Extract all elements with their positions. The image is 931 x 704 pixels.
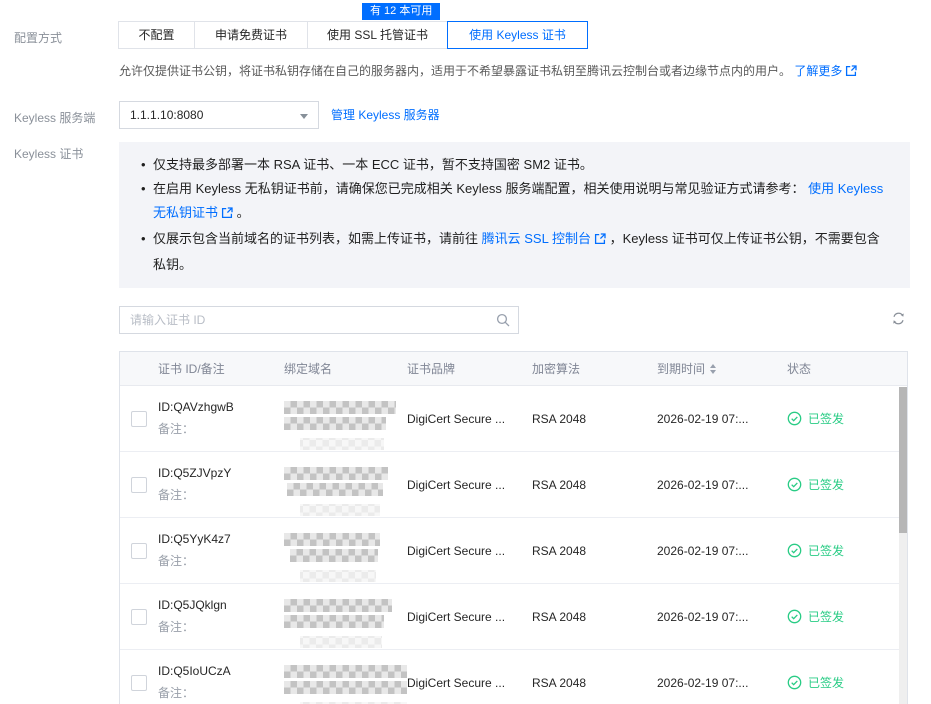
- external-link-icon: [594, 229, 606, 253]
- table-scrollbar-thumb[interactable]: [899, 387, 907, 533]
- cert-id: ID:Q5YyK4z7: [158, 532, 284, 546]
- cert-id: ID:Q5JQklgn: [158, 598, 284, 612]
- table-header: 证书 ID/备注 绑定域名 证书品牌 加密算法 到期时间 状态: [120, 352, 907, 386]
- certificate-table: 证书 ID/备注 绑定域名 证书品牌 加密算法 到期时间 状态 ID:QAVzh…: [119, 351, 908, 704]
- status-badge: 已签发: [787, 674, 907, 691]
- refresh-button[interactable]: [889, 309, 908, 331]
- cert-id: ID:Q5IoUCzA: [158, 664, 284, 678]
- cert-id: ID:QAVzhgwB: [158, 400, 284, 414]
- cert-expire: 2026-02-19 07:...: [657, 676, 787, 690]
- table-toolbar: [119, 306, 910, 334]
- search-icon[interactable]: [496, 313, 510, 330]
- tab-free-cert[interactable]: 申请免费证书: [194, 21, 308, 49]
- config-method-label: 配置方式: [0, 21, 119, 49]
- tab-ssl-hosted-cert[interactable]: 使用 SSL 托管证书: [307, 21, 448, 49]
- header-domain: 绑定域名: [284, 360, 407, 377]
- keyless-cert-row: Keyless 证书 仅支持最多部署一本 RSA 证书、一本 ECC 证书，暂不…: [0, 142, 931, 704]
- redacted-domain: [284, 584, 407, 648]
- cert-expire: 2026-02-19 07:...: [657, 544, 787, 558]
- cert-note: 备注：: [158, 420, 284, 437]
- keyless-server-label: Keyless 服务端: [0, 101, 119, 129]
- cert-algorithm: RSA 2048: [532, 412, 657, 426]
- keyless-description: 允许仅提供证书公钥，将证书私钥存储在自己的服务器内，适用于不希望暴露证书私钥至腾…: [119, 62, 931, 82]
- available-count-badge: 有 12 本可用: [362, 3, 440, 20]
- notice-line-3: 仅展示包含当前域名的证书列表，如需上传证书，请前往 腾讯云 SSL 控制台 ，K…: [141, 227, 890, 277]
- external-link-icon: [845, 64, 857, 82]
- redacted-domain: [284, 452, 407, 516]
- table-row: ID:QAVzhgwB 备注： DigiCert Secure ... RSA …: [120, 386, 907, 452]
- table-row: ID:Q5JQklgn 备注： DigiCert Secure ... RSA …: [120, 584, 907, 650]
- status-badge: 已签发: [787, 542, 907, 559]
- chevron-down-icon: [300, 114, 308, 119]
- status-badge: 已签发: [787, 608, 907, 625]
- row-checkbox[interactable]: [131, 609, 147, 625]
- tab-no-config[interactable]: 不配置: [118, 21, 195, 49]
- cert-expire: 2026-02-19 07:...: [657, 478, 787, 492]
- external-link-icon: [221, 203, 233, 227]
- search-input[interactable]: [119, 306, 519, 334]
- header-expire-sortable[interactable]: 到期时间: [657, 360, 787, 377]
- redacted-domain: [284, 386, 407, 450]
- cert-note: 备注：: [158, 618, 284, 635]
- cert-algorithm: RSA 2048: [532, 676, 657, 690]
- keyless-cert-config-page: 配置方式 有 12 本可用 不配置 申请免费证书 使用 SSL 托管证书 使用 …: [0, 21, 931, 704]
- status-badge: 已签发: [787, 476, 907, 493]
- table-scrollbar-track[interactable]: [899, 387, 907, 704]
- learn-more-link[interactable]: 了解更多: [794, 64, 857, 78]
- cert-algorithm: RSA 2048: [532, 610, 657, 624]
- keyless-server-selected-value: 1.1.1.10:8080: [130, 108, 203, 122]
- cert-algorithm: RSA 2048: [532, 544, 657, 558]
- cert-note: 备注：: [158, 486, 284, 503]
- keyless-cert-content: 仅支持最多部署一本 RSA 证书、一本 ECC 证书，暂不支持国密 SM2 证书…: [119, 142, 910, 704]
- refresh-icon: [891, 314, 906, 329]
- notice-line-1: 仅支持最多部署一本 RSA 证书、一本 ECC 证书，暂不支持国密 SM2 证书…: [141, 153, 890, 177]
- cert-expire: 2026-02-19 07:...: [657, 610, 787, 624]
- row-checkbox[interactable]: [131, 675, 147, 691]
- cert-brand: DigiCert Secure ...: [407, 610, 532, 624]
- tab-keyless-cert[interactable]: 使用 Keyless 证书: [447, 21, 588, 49]
- table-row: ID:Q5ZJVpzY 备注： DigiCert Secure ... RSA …: [120, 452, 907, 518]
- redacted-domain: [284, 650, 407, 704]
- row-checkbox[interactable]: [131, 543, 147, 559]
- table-row: ID:Q5YyK4z7 备注： DigiCert Secure ... RSA …: [120, 518, 907, 584]
- header-brand: 证书品牌: [407, 360, 532, 377]
- cert-brand: DigiCert Secure ...: [407, 478, 532, 492]
- keyless-server-select[interactable]: 1.1.1.10:8080: [119, 101, 319, 129]
- description-text: 允许仅提供证书公钥，将证书私钥存储在自己的服务器内，适用于不希望暴露证书私钥至腾…: [119, 64, 791, 78]
- keyless-cert-notice: 仅支持最多部署一本 RSA 证书、一本 ECC 证书，暂不支持国密 SM2 证书…: [119, 142, 910, 288]
- row-checkbox[interactable]: [131, 411, 147, 427]
- cert-note: 备注：: [158, 552, 284, 569]
- header-status: 状态: [787, 360, 907, 377]
- cert-brand: DigiCert Secure ...: [407, 676, 532, 690]
- ssl-console-link[interactable]: 腾讯云 SSL 控制台: [482, 231, 606, 246]
- cert-brand: DigiCert Secure ...: [407, 544, 532, 558]
- sort-icon: [710, 364, 716, 374]
- header-algorithm: 加密算法: [532, 360, 657, 377]
- cert-id: ID:Q5ZJVpzY: [158, 466, 284, 480]
- keyless-cert-label: Keyless 证书: [0, 142, 119, 704]
- keyless-server-row: Keyless 服务端 1.1.1.10:8080 管理 Keyless 服务器: [0, 101, 931, 129]
- manage-keyless-servers-link[interactable]: 管理 Keyless 服务器: [331, 101, 440, 129]
- search-box: [119, 306, 519, 334]
- cert-note: 备注：: [158, 684, 284, 701]
- notice-line-2: 在启用 Keyless 无私钥证书前，请确保您已完成相关 Keyless 服务端…: [141, 177, 890, 227]
- row-checkbox[interactable]: [131, 477, 147, 493]
- config-method-tabbar: 有 12 本可用 不配置 申请免费证书 使用 SSL 托管证书 使用 Keyle…: [119, 21, 588, 49]
- cert-brand: DigiCert Secure ...: [407, 412, 532, 426]
- header-cert-id: 证书 ID/备注: [158, 360, 284, 377]
- table-row: ID:Q5IoUCzA 备注： DigiCert Secure ... RSA …: [120, 650, 907, 704]
- cert-algorithm: RSA 2048: [532, 478, 657, 492]
- cert-expire: 2026-02-19 07:...: [657, 412, 787, 426]
- redacted-domain: [284, 518, 407, 582]
- status-badge: 已签发: [787, 410, 907, 427]
- config-method-row: 配置方式 有 12 本可用 不配置 申请免费证书 使用 SSL 托管证书 使用 …: [0, 21, 931, 49]
